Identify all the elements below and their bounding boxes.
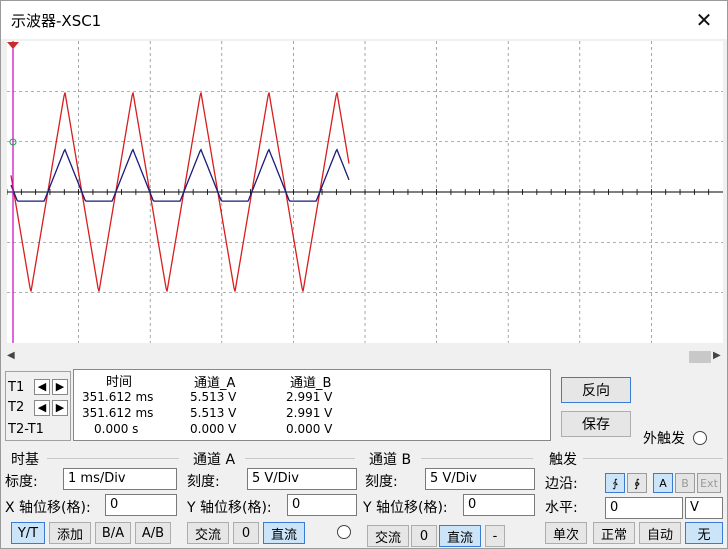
t1-left-arrow-icon[interactable]: ◀ xyxy=(34,379,50,395)
trigger-level-field[interactable]: 0 xyxy=(605,497,683,519)
trigger-none-button[interactable]: 无 xyxy=(685,522,723,544)
t2-left-arrow-icon[interactable]: ◀ xyxy=(34,400,50,416)
readout-t1-channel-a: 5.513 V xyxy=(190,390,237,404)
scroll-left-icon[interactable]: ◀ xyxy=(7,350,15,361)
cursor-t1-label: T1 xyxy=(8,380,25,395)
trigger-auto-button[interactable]: 自动 xyxy=(639,522,681,544)
timebase-xpos-label: X 轴位移(格): xyxy=(5,500,91,516)
channel-b-zero-button[interactable]: 0 xyxy=(411,525,437,547)
ext-trigger-terminal[interactable] xyxy=(693,431,707,445)
mode-add-button[interactable]: 添加 xyxy=(49,522,91,544)
oscilloscope-window: 示波器-XSC1 ✕ ◀ ▶ T1 ◀ ▶ T2 ◀ ▶ T2-T1 时间 通道… xyxy=(0,0,728,549)
t1-right-arrow-icon[interactable]: ▶ xyxy=(52,379,68,395)
channel-b-divider xyxy=(421,458,533,459)
title-bar: 示波器-XSC1 ✕ xyxy=(1,1,727,39)
save-button[interactable]: 保存 xyxy=(561,411,631,437)
readout-header-channel-a: 通道_A xyxy=(194,376,236,391)
channel-b-minus-button[interactable]: - xyxy=(485,525,505,547)
trigger-rising-edge-icon[interactable]: ∱ xyxy=(605,473,625,493)
mode-ba-button[interactable]: B/A xyxy=(95,522,131,544)
channel-a-ypos-field[interactable]: 0 xyxy=(287,494,357,516)
trigger-source-a-button[interactable]: A xyxy=(653,473,673,493)
trigger-normal-button[interactable]: 正常 xyxy=(593,522,635,544)
readout-header-time: 时间 xyxy=(106,375,133,390)
window-title: 示波器-XSC1 xyxy=(11,12,102,30)
channel-a-title: 通道 A xyxy=(193,452,236,468)
channel-b-scale-field[interactable]: 5 V/Div xyxy=(425,468,535,490)
channel-a-divider xyxy=(245,458,355,459)
trigger-single-button[interactable]: 单次 xyxy=(545,522,587,544)
readout-t2-time: 351.612 ms xyxy=(82,406,154,420)
channel-a-scale-label: 刻度: xyxy=(187,474,220,490)
oscilloscope-screen[interactable] xyxy=(7,41,723,343)
readout-t2-channel-a: 5.513 V xyxy=(190,406,237,420)
channel-b-ac-button[interactable]: 交流 xyxy=(367,525,409,547)
readout-header-channel-b: 通道_B xyxy=(290,376,332,391)
mode-yt-button[interactable]: Y/T xyxy=(11,522,45,544)
channel-a-scale-field[interactable]: 5 V/Div xyxy=(247,468,357,490)
channel-a-ac-button[interactable]: 交流 xyxy=(187,522,229,544)
channel-b-title: 通道 B xyxy=(369,452,412,468)
timebase-scale-field[interactable]: 1 ms/Div xyxy=(63,468,177,490)
channel-a-terminal[interactable] xyxy=(337,525,351,539)
trigger-edge-label: 边沿: xyxy=(545,476,578,492)
channel-b-scale-label: 刻度: xyxy=(365,474,398,490)
timebase-divider xyxy=(47,458,179,459)
horizontal-scrollbar[interactable]: ◀ ▶ xyxy=(5,349,725,365)
scroll-thumb[interactable] xyxy=(689,351,711,363)
channel-b-dc-button[interactable]: 直流 xyxy=(439,525,481,547)
ext-trigger-label: 外触发 xyxy=(643,431,685,447)
scroll-right-icon[interactable]: ▶ xyxy=(713,350,721,361)
readout-diff-channel-a: 0.000 V xyxy=(190,422,237,436)
close-icon[interactable]: ✕ xyxy=(681,1,727,39)
readout-t1-time: 351.612 ms xyxy=(82,390,154,404)
reverse-button[interactable]: 反向 xyxy=(561,377,631,403)
channel-a-zero-button[interactable]: 0 xyxy=(233,522,259,544)
readout-t2-channel-b: 2.991 V xyxy=(286,406,333,420)
timebase-title: 时基 xyxy=(11,452,39,468)
waveform-display xyxy=(7,41,723,343)
measurement-readout: 时间 通道_A 通道_B 351.612 ms 5.513 V 2.991 V … xyxy=(73,369,551,441)
timebase-xpos-field[interactable]: 0 xyxy=(105,494,177,516)
cursor-diff-label: T2-T1 xyxy=(8,422,44,437)
trigger-falling-edge-icon[interactable]: ∲ xyxy=(627,473,647,493)
channel-a-dc-button[interactable]: 直流 xyxy=(263,522,305,544)
readout-diff-channel-b: 0.000 V xyxy=(286,422,333,436)
cursor-t2-label: T2 xyxy=(8,400,25,415)
readout-t1-channel-b: 2.991 V xyxy=(286,390,333,404)
trigger-level-label: 水平: xyxy=(545,500,578,516)
readout-diff-time: 0.000 s xyxy=(94,422,139,436)
timebase-scale-label: 标度: xyxy=(5,474,38,490)
channel-b-ypos-label: Y 轴位移(格): xyxy=(363,500,448,516)
cursor-controls: T1 ◀ ▶ T2 ◀ ▶ T2-T1 xyxy=(5,371,71,441)
t2-right-arrow-icon[interactable]: ▶ xyxy=(52,400,68,416)
channel-b-ypos-field[interactable]: 0 xyxy=(463,494,535,516)
trigger-divider xyxy=(583,458,723,459)
trigger-source-b-button[interactable]: B xyxy=(675,473,695,493)
trigger-title: 触发 xyxy=(549,452,577,468)
mode-ab-button[interactable]: A/B xyxy=(135,522,171,544)
channel-a-ypos-label: Y 轴位移(格): xyxy=(187,500,272,516)
trigger-source-ext-button[interactable]: Ext xyxy=(697,473,721,493)
trigger-level-unit[interactable]: V xyxy=(685,497,723,519)
